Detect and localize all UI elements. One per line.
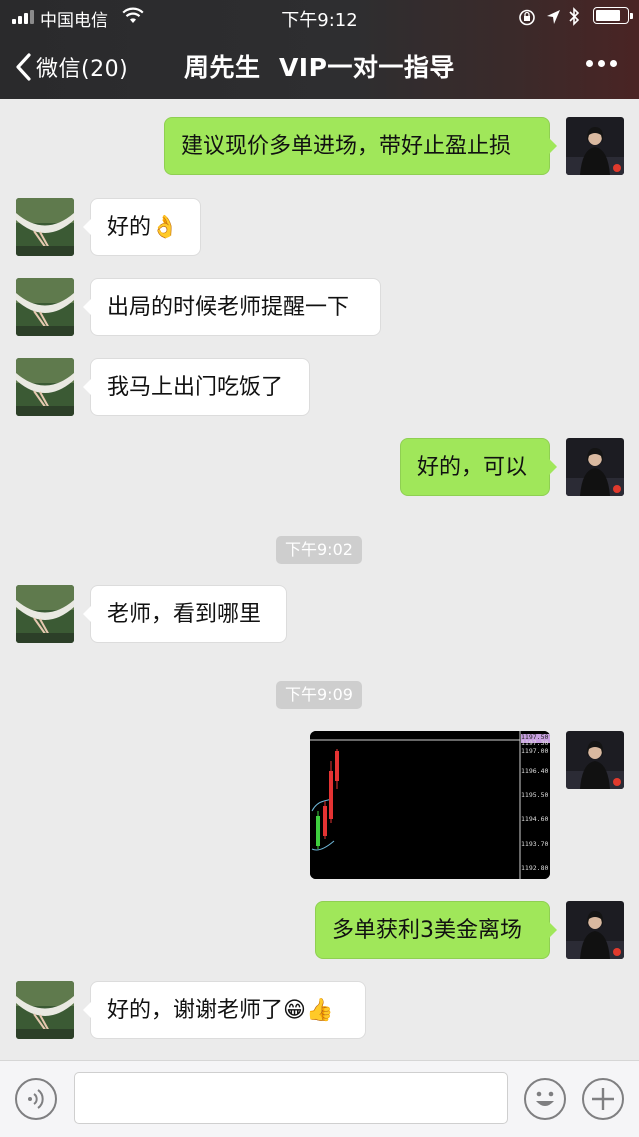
chart-image-message[interactable]: 1197.50 1197.30 1197.00 1196.40 1195.50 … [310, 731, 550, 879]
avatar-hammock-image [16, 278, 74, 336]
plus-icon [592, 1088, 614, 1110]
avatar-teacher-image [566, 438, 624, 496]
message-bubble[interactable]: 好的，谢谢老师了😁👍 [83, 981, 366, 1039]
voice-button[interactable] [15, 1078, 57, 1120]
avatar-hammock-image [16, 198, 74, 256]
avatar[interactable] [16, 278, 74, 336]
price-tick: 1192.80 [521, 864, 549, 872]
voice-icon [28, 1089, 44, 1109]
price-tick: 1197.00 [521, 747, 549, 755]
ok-hand-emoji: 👌 [151, 215, 179, 240]
message-bubble[interactable]: 好的，可以 [400, 438, 557, 496]
message-bubble[interactable]: 老师，看到哪里 [83, 585, 287, 643]
status-bar: 中国电信 下午9:12 [0, 0, 639, 34]
timestamp: 下午9:02 [276, 536, 362, 564]
avatar[interactable] [566, 731, 624, 789]
message-bubble[interactable]: 多单获利3美金离场 [315, 901, 557, 959]
avatar[interactable] [566, 117, 624, 175]
price-tick: 1195.50 [521, 791, 549, 799]
message-text: 好的，谢谢老师了 [107, 998, 284, 1023]
grin-thumbsup-emoji: 😁👍 [283, 998, 334, 1023]
message-bubble[interactable]: 好的👌 [83, 198, 201, 256]
price-tick: 1197.30 [521, 739, 549, 747]
status-time: 下午9:12 [281, 10, 358, 31]
avatar-teacher-image [566, 731, 624, 789]
message-bubble[interactable]: 出局的时候老师提醒一下 [83, 278, 381, 336]
avatar[interactable] [16, 585, 74, 643]
location-icon [547, 10, 560, 24]
message-bubble[interactable]: 建议现价多单进场，带好止盈止损 [164, 117, 557, 175]
avatar[interactable] [566, 438, 624, 496]
more-button[interactable] [586, 60, 617, 67]
bluetooth-icon [569, 7, 580, 26]
chat-area[interactable]: 建议现价多单进场，带好止盈止损 好的👌 出局的时候老师提醒一下 我马上出门吃饭了… [0, 99, 639, 1060]
message-input[interactable] [74, 1072, 508, 1124]
avatar[interactable] [16, 358, 74, 416]
nav-bar: 微信(20) 周先生 VIP一对一指导 [0, 34, 639, 99]
price-tick: 1194.60 [521, 815, 549, 823]
price-tick: 1193.70 [521, 840, 549, 848]
battery-icon [593, 7, 633, 24]
top-bar: 中国电信 下午9:12 微信(20) 周先生 VIP一对一指导 [0, 0, 639, 99]
avatar[interactable] [566, 901, 624, 959]
avatar[interactable] [16, 981, 74, 1039]
price-chart-thumbnail [310, 731, 550, 879]
emoji-button[interactable] [524, 1078, 566, 1120]
price-axis: 1197.50 1197.30 1197.00 1196.40 1195.50 … [521, 733, 550, 872]
plus-button[interactable] [582, 1078, 624, 1120]
avatar-hammock-image [16, 981, 74, 1039]
avatar-teacher-image [566, 117, 624, 175]
input-bar [0, 1060, 639, 1137]
chat-title: 周先生 VIP一对一指导 [184, 53, 455, 82]
avatar-teacher-image [566, 901, 624, 959]
avatar-hammock-image [16, 585, 74, 643]
avatar-hammock-image [16, 358, 74, 416]
lock-rotation-icon [519, 9, 535, 26]
message-text: 好的 [107, 215, 152, 240]
timestamp: 下午9:09 [276, 681, 362, 709]
emoji-face-icon [536, 1091, 554, 1106]
message-bubble[interactable]: 我马上出门吃饭了 [83, 358, 310, 416]
price-tick: 1196.40 [521, 767, 549, 775]
avatar[interactable] [16, 198, 74, 256]
